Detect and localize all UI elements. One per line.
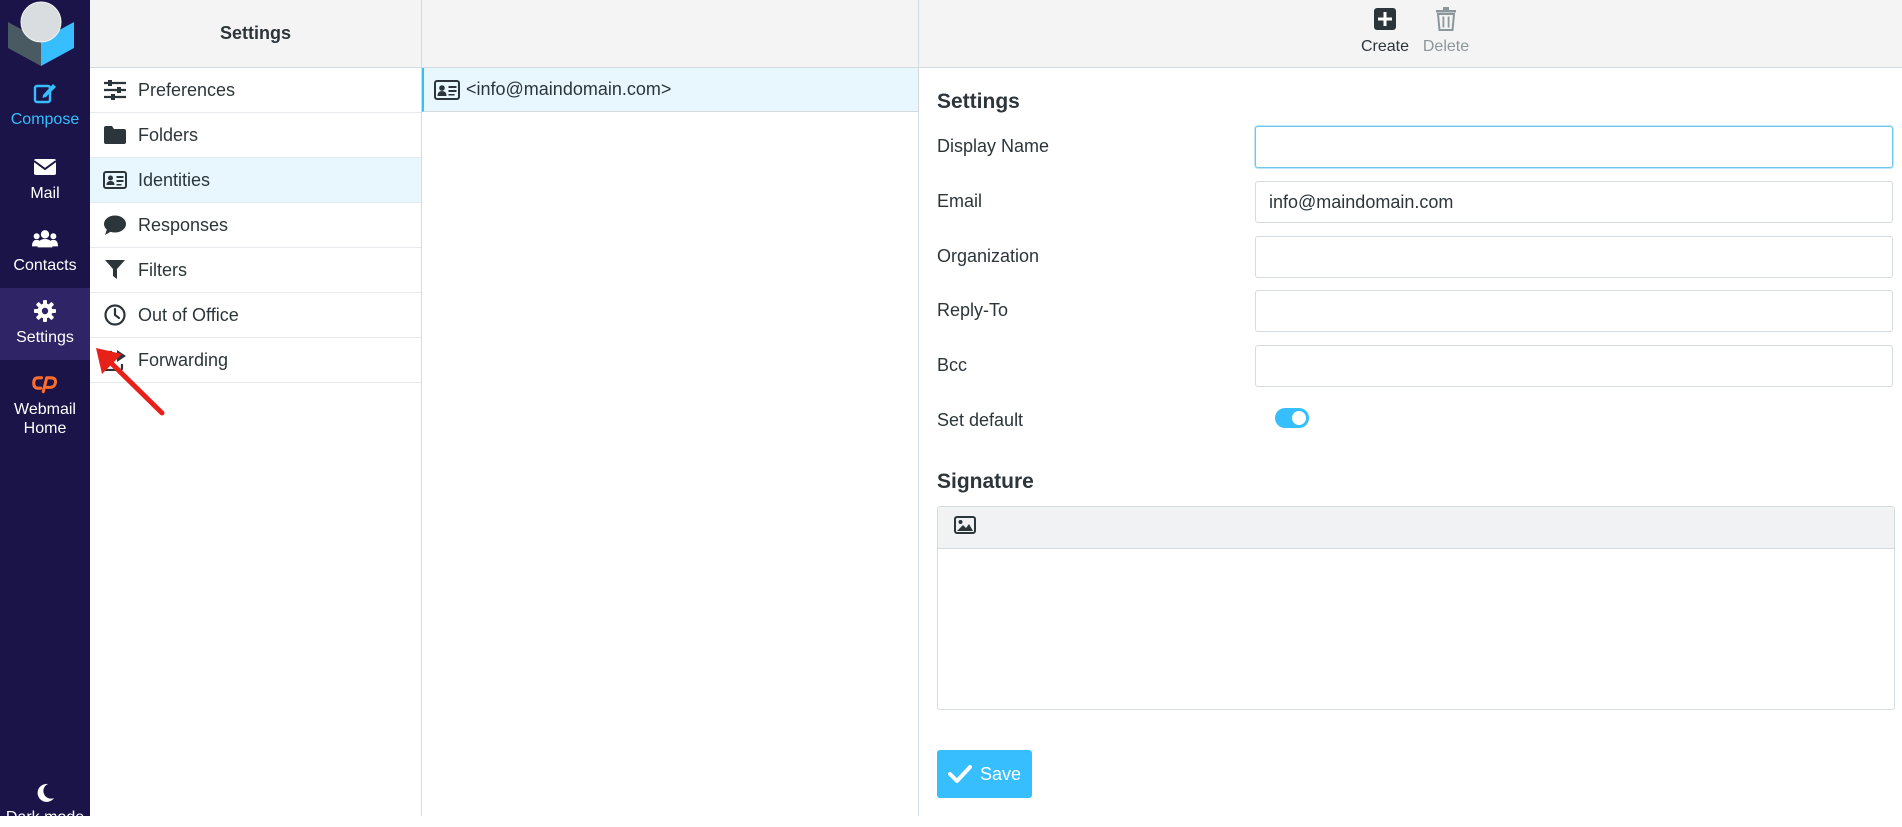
clock-icon <box>102 302 128 328</box>
nav-webmail-home[interactable]: Webmail Home <box>0 360 90 440</box>
nav-rail: Compose Mail Contacts Settings Webmail H… <box>0 0 90 826</box>
nav-mail-label: Mail <box>30 185 60 202</box>
nav-mail[interactable]: Mail <box>0 144 90 216</box>
email-row: Email <box>937 181 1895 223</box>
cpanel-icon <box>32 370 58 396</box>
section-item-label: Identities <box>138 169 211 190</box>
toolbar: Create Delete <box>919 0 1902 68</box>
image-icon[interactable] <box>954 516 976 539</box>
settings-list-header: Settings <box>90 0 421 68</box>
delete-label: Delete <box>1422 38 1470 55</box>
reply-to-input[interactable] <box>1255 290 1893 332</box>
delete-button[interactable]: Delete <box>1416 6 1476 64</box>
section-item-label: Preferences <box>138 79 236 100</box>
bcc-label: Bcc <box>937 355 968 375</box>
section-item-label: Responses <box>138 214 229 235</box>
section-item-label: Filters <box>138 259 187 280</box>
nav-compose[interactable]: Compose <box>0 70 90 142</box>
create-button[interactable]: Create <box>1355 6 1415 64</box>
signature-editor <box>937 506 1895 710</box>
toggle-knob <box>1292 411 1306 425</box>
settings-section-list: Settings Preferences Folders Identities … <box>90 0 422 816</box>
share-icon <box>102 347 128 373</box>
section-item-filters[interactable]: Filters <box>90 248 421 293</box>
trash-icon <box>1433 6 1459 32</box>
signature-textarea[interactable] <box>938 549 1894 709</box>
reply-to-row: Reply-To <box>937 290 1895 332</box>
signature-heading: Signature <box>937 470 1034 493</box>
organization-input[interactable] <box>1255 236 1893 278</box>
users-icon <box>32 226 58 252</box>
section-item-out-of-office[interactable]: Out of Office <box>90 293 421 338</box>
compose-icon <box>32 80 58 106</box>
organization-label: Organization <box>937 246 1040 266</box>
identities-list: <info@maindomain.com> <box>422 0 919 816</box>
set-default-toggle[interactable] <box>1275 408 1309 428</box>
sliders-icon <box>102 77 128 103</box>
display-name-input[interactable] <box>1255 126 1893 168</box>
save-label: Save <box>979 763 1022 784</box>
section-item-folders[interactable]: Folders <box>90 113 421 158</box>
section-item-label: Out of Office <box>138 304 239 325</box>
nav-contacts[interactable]: Contacts <box>0 216 90 288</box>
section-item-label: Folders <box>138 124 199 145</box>
create-label: Create <box>1360 38 1410 55</box>
reply-to-label: Reply-To <box>937 300 1009 320</box>
section-item-identities[interactable]: Identities <box>90 158 421 203</box>
organization-row: Organization <box>937 236 1895 278</box>
section-item-forwarding[interactable]: Forwarding <box>90 338 421 383</box>
nav-dark-mode[interactable]: Dark mode <box>0 772 90 826</box>
email-label: Email <box>937 191 983 211</box>
bcc-input[interactable] <box>1255 345 1893 387</box>
plus-square-icon <box>1372 6 1398 32</box>
nav-settings-label: Settings <box>16 329 74 346</box>
set-default-row: Set default <box>937 400 1895 442</box>
nav-compose-label: Compose <box>10 111 80 128</box>
nav-dark-mode-label: Dark mode <box>5 809 85 826</box>
nav-settings[interactable]: Settings <box>0 288 90 360</box>
roundcube-logo-icon[interactable] <box>6 0 76 66</box>
identity-label: <info@maindomain.com> <box>466 79 672 99</box>
filter-icon <box>102 257 128 283</box>
moon-icon <box>32 782 58 804</box>
settings-heading: Settings <box>937 90 1020 113</box>
signature-toolbar <box>938 507 1894 549</box>
comment-icon <box>102 212 128 238</box>
folder-icon <box>102 122 128 148</box>
id-card-icon <box>434 79 460 101</box>
settings-list-title: Settings <box>219 23 291 43</box>
nav-webmail-label-1: Webmail <box>14 401 76 418</box>
email-input[interactable] <box>1255 181 1893 223</box>
section-item-responses[interactable]: Responses <box>90 203 421 248</box>
identity-row[interactable]: <info@maindomain.com> <box>422 68 918 112</box>
bcc-row: Bcc <box>937 345 1895 387</box>
display-name-label: Display Name <box>937 136 1050 156</box>
display-name-row: Display Name <box>937 126 1895 168</box>
nav-webmail-label-2: Home <box>23 420 67 437</box>
set-default-label: Set default <box>937 410 1024 430</box>
gear-icon <box>32 298 58 324</box>
nav-contacts-label: Contacts <box>13 257 77 274</box>
identity-edit-panel: Create Delete Settings Display Name Emai… <box>919 0 1902 816</box>
id-card-icon <box>102 167 128 193</box>
checkmark-icon <box>947 764 972 784</box>
section-item-preferences[interactable]: Preferences <box>90 68 421 113</box>
save-button[interactable]: Save <box>937 750 1032 798</box>
section-item-label: Forwarding <box>138 349 229 370</box>
envelope-icon <box>32 154 58 180</box>
identities-list-header <box>422 0 918 68</box>
